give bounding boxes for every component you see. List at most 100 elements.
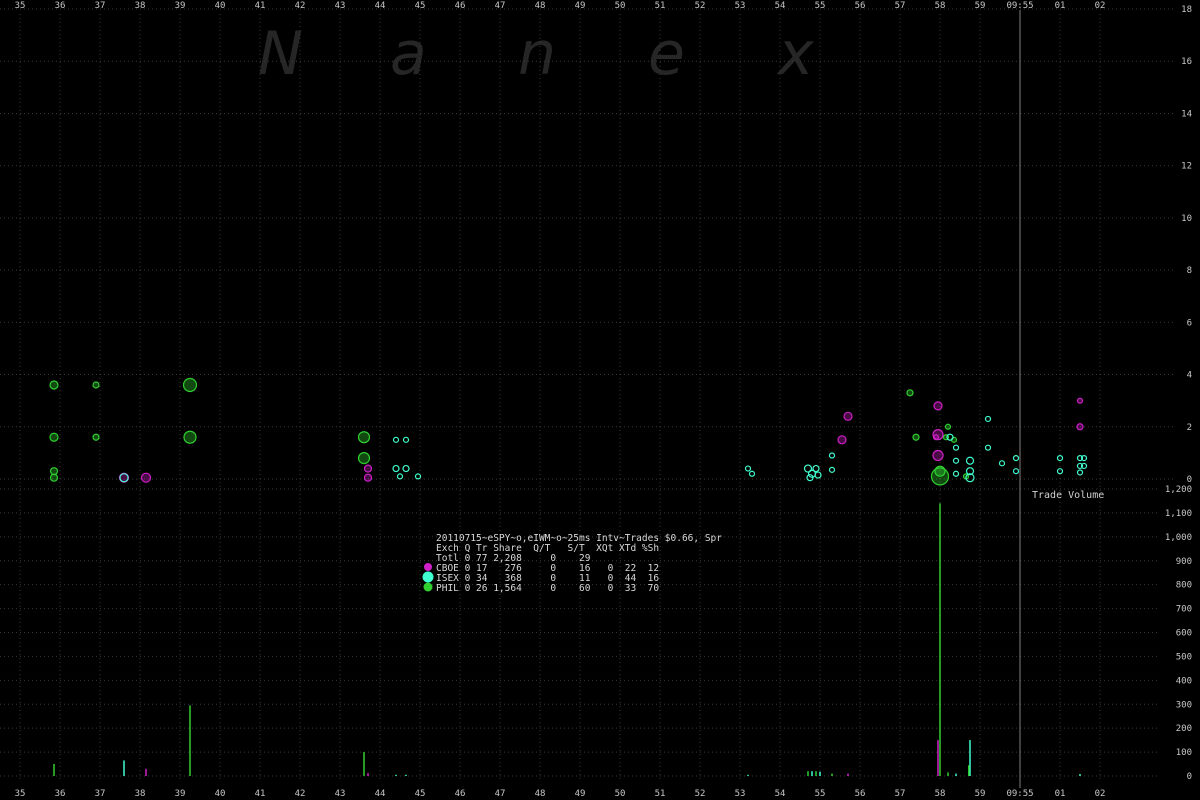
trade-point-phil	[357, 452, 371, 465]
x-tick-label-bottom: 42	[295, 789, 306, 799]
volume-tick-label: 200	[1176, 724, 1192, 734]
legend-dot-isex	[422, 571, 434, 583]
x-tick-label-top: 48	[535, 1, 546, 11]
trade-point-cboe	[1076, 423, 1084, 431]
x-tick-label-top: 01	[1055, 1, 1066, 11]
volume-tick-label: 900	[1176, 557, 1192, 567]
trade-point-cboe	[1076, 397, 1084, 404]
x-tick-label-top: 51	[655, 1, 666, 11]
x-tick-label-top: 47	[495, 1, 506, 11]
x-tick-label-top: 53	[735, 1, 746, 11]
trade-point-phil	[357, 431, 371, 444]
volume-axis-label: Trade Volume	[1032, 490, 1104, 501]
x-tick-label-top: 58	[935, 1, 946, 11]
trade-point-cboe	[140, 472, 152, 483]
watermark-letter-4: e	[648, 19, 685, 89]
x-tick-label-bottom: 51	[655, 789, 666, 799]
x-tick-label-top: 52	[695, 1, 706, 11]
x-tick-label-top: 55	[815, 1, 826, 11]
trade-point-cboe	[837, 435, 847, 445]
price-tick-label: 10	[1181, 214, 1192, 224]
trade-point-cboe	[843, 411, 853, 421]
x-tick-label-bottom: 35	[15, 789, 26, 799]
trade-point-cboe	[363, 473, 373, 482]
x-tick-label-top: 09:55	[1006, 1, 1033, 11]
price-tick-label: 16	[1181, 57, 1192, 67]
x-tick-label-bottom: 48	[535, 789, 546, 799]
trade-point-cboe	[363, 464, 373, 473]
x-tick-label-top: 56	[855, 1, 866, 11]
x-tick-label-bottom: 36	[55, 789, 66, 799]
x-tick-label-top: 36	[55, 1, 66, 11]
volume-tick-label: 100	[1176, 748, 1192, 758]
x-tick-label-bottom: 46	[455, 789, 466, 799]
watermark-letter-5: x	[776, 19, 814, 89]
x-tick-label-bottom: 09:55	[1006, 789, 1033, 799]
x-tick-label-top: 57	[895, 1, 906, 11]
x-tick-label-bottom: 01	[1055, 789, 1066, 799]
trade-point-cboe	[933, 401, 943, 411]
x-tick-label-bottom: 53	[735, 789, 746, 799]
x-tick-label-top: 59	[975, 1, 986, 11]
volume-tick-label: 800	[1176, 581, 1192, 591]
trade-point-phil	[182, 377, 198, 393]
price-tick-label: 8	[1187, 266, 1192, 276]
x-tick-label-top: 49	[575, 1, 586, 11]
volume-tick-label: 600	[1176, 629, 1192, 639]
x-tick-label-bottom: 02	[1095, 789, 1106, 799]
trade-point-phil	[92, 381, 100, 389]
x-tick-label-bottom: 59	[975, 789, 986, 799]
x-tick-label-top: 02	[1095, 1, 1106, 11]
x-tick-label-bottom: 55	[815, 789, 826, 799]
x-tick-label-bottom: 58	[935, 789, 946, 799]
x-tick-label-top: 46	[455, 1, 466, 11]
volume-tick-label: 1,000	[1165, 533, 1192, 543]
x-tick-label-top: 40	[215, 1, 226, 11]
trade-point-phil	[912, 433, 920, 441]
volume-tick-label: 500	[1176, 652, 1192, 662]
volume-tick-label: 1,200	[1165, 485, 1192, 495]
price-tick-label: 4	[1187, 371, 1192, 381]
legend-dot-phil	[423, 582, 433, 592]
trade-point-phil	[49, 432, 59, 442]
x-tick-label-top: 42	[295, 1, 306, 11]
x-tick-label-bottom: 52	[695, 789, 706, 799]
trade-point-cboe	[932, 449, 944, 462]
trade-point-cboe	[932, 434, 940, 441]
watermark-letter-3: n	[518, 19, 556, 89]
x-tick-label-bottom: 47	[495, 789, 506, 799]
volume-tick-label: 400	[1176, 676, 1192, 686]
x-tick-label-top: 44	[375, 1, 386, 11]
x-tick-label-bottom: 45	[415, 789, 426, 799]
x-tick-label-bottom: 38	[135, 789, 146, 799]
x-tick-label-bottom: 44	[375, 789, 386, 799]
nanex-trade-chart: N a n e x 35 36 37 38 39 40 41 42 43 44 45 46 47 48 49…	[0, 0, 1200, 800]
x-tick-label-top: 41	[255, 1, 266, 11]
x-tick-label-bottom: 41	[255, 789, 266, 799]
x-tick-label-top: 45	[415, 1, 426, 11]
watermark-letter-2: a	[390, 19, 427, 89]
trade-point-phil	[49, 473, 59, 482]
x-tick-label-bottom: 54	[775, 789, 786, 799]
volume-tick-label: 0	[1187, 772, 1192, 782]
x-tick-label-bottom: 56	[855, 789, 866, 799]
trade-point-phil	[906, 389, 914, 397]
price-tick-label: 6	[1187, 318, 1192, 328]
price-tick-label: 12	[1181, 162, 1192, 172]
x-tick-label-top: 39	[175, 1, 186, 11]
trade-point-phil	[183, 430, 197, 444]
x-tick-label-top: 38	[135, 1, 146, 11]
price-tick-label: 2	[1187, 423, 1192, 433]
x-tick-label-bottom: 50	[615, 789, 626, 799]
legend-dot-cboe	[424, 563, 432, 571]
x-tick-label-bottom: 39	[175, 789, 186, 799]
watermark-letter-1: N	[258, 19, 303, 89]
x-tick-label-top: 37	[95, 1, 106, 11]
price-tick-label: 18	[1181, 5, 1192, 15]
trade-point-phil	[49, 380, 59, 390]
x-tick-label-bottom: 40	[215, 789, 226, 799]
trade-point-phil	[934, 465, 946, 477]
volume-tick-label: 700	[1176, 605, 1192, 615]
trade-point-phil	[92, 433, 100, 441]
x-tick-label-bottom: 49	[575, 789, 586, 799]
